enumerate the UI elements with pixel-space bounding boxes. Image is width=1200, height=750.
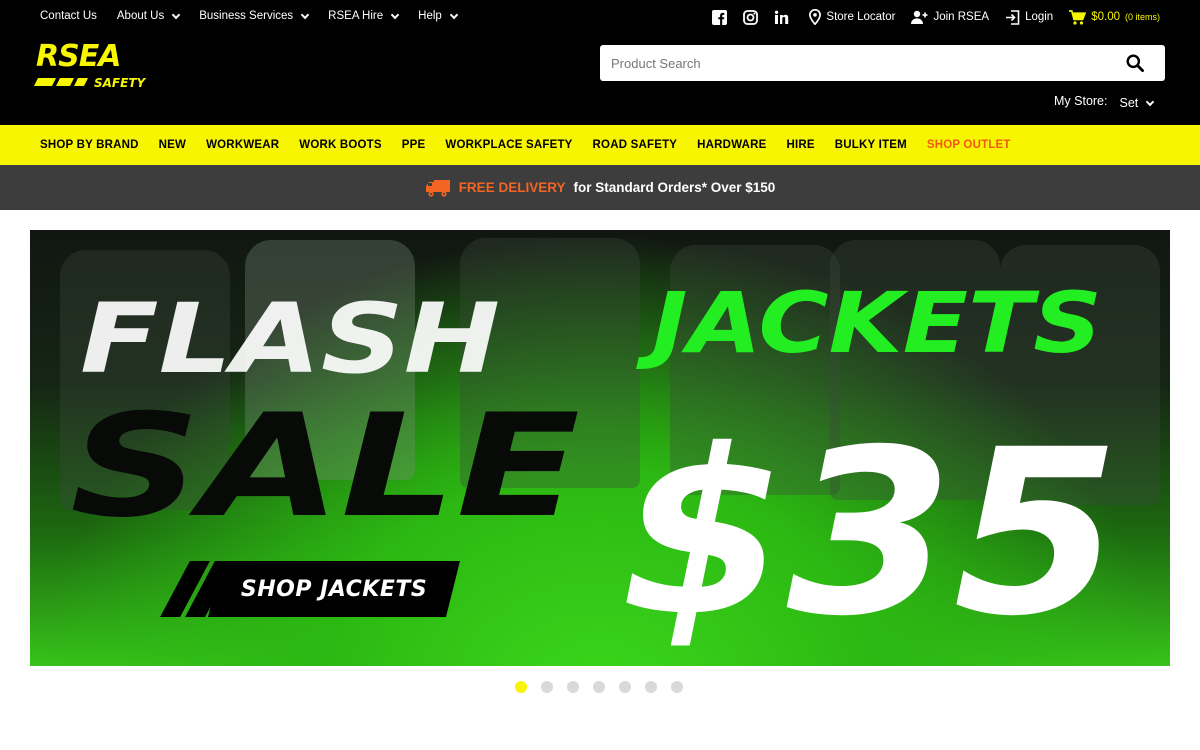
logo-subtitle: SAFETY (94, 76, 147, 90)
add-user-icon (911, 10, 928, 24)
help-label: Help (418, 10, 442, 22)
carousel-indicators (515, 681, 683, 693)
chevron-down-icon (171, 10, 181, 19)
nav-road-safety[interactable]: ROAD SAFETY (593, 139, 678, 151)
facebook-icon[interactable] (712, 9, 728, 25)
carousel-dot[interactable] (515, 681, 527, 693)
hero-price-text: $35 (620, 400, 1120, 666)
search-icon (1126, 54, 1144, 72)
utility-nav-right: Store Locator Join RSEA Login $0.00 (0 i… (712, 9, 1160, 25)
carousel-dot[interactable] (619, 681, 631, 693)
my-store-label: My Store: (1054, 94, 1108, 108)
login-label: Login (1025, 11, 1054, 23)
rsea-safety-logo[interactable]: RSEA SAFETY (34, 38, 154, 92)
hero-sale-text: SALE (70, 384, 580, 549)
chevron-down-icon (449, 10, 459, 19)
nav-workplace-safety[interactable]: WORKPLACE SAFETY (445, 139, 572, 151)
carousel-dot[interactable] (567, 681, 579, 693)
join-rsea-label: Join RSEA (933, 11, 990, 23)
social-links (712, 9, 789, 25)
business-services-label: Business Services (199, 10, 294, 22)
chevron-down-icon (1146, 97, 1155, 106)
search-input[interactable] (600, 45, 1105, 81)
nav-shop-outlet[interactable]: SHOP OUTLET (927, 139, 1011, 151)
main-nav: SHOP BY BRAND NEW WORKWEAR WORK BOOTS PP… (0, 125, 1200, 165)
chevron-down-icon (300, 10, 310, 19)
nav-hire[interactable]: HIRE (787, 139, 815, 151)
cart-link[interactable]: $0.00 (0 items) (1069, 9, 1160, 25)
my-store-selector[interactable]: Set (1119, 96, 1155, 110)
logo-wordmark: RSEA (36, 39, 120, 74)
carousel-dot[interactable] (593, 681, 605, 693)
cart-total: $0.00 (1091, 11, 1120, 23)
about-us-label: About Us (116, 10, 165, 22)
login-link[interactable]: Login (1005, 9, 1054, 25)
nav-bulky-item[interactable]: BULKY ITEM (835, 139, 907, 151)
utility-nav-left: Contact Us About Us Business Services RS… (40, 10, 459, 22)
hero-jackets-text: JACKETS (636, 274, 1102, 372)
carousel-dot[interactable] (671, 681, 683, 693)
rsea-hire-menu[interactable]: RSEA Hire (328, 10, 400, 22)
hero-flash-text: FLASH (80, 283, 500, 395)
chevron-down-icon (390, 10, 400, 19)
help-menu[interactable]: Help (418, 10, 459, 22)
hero-banner[interactable]: FLASH SALE JACKETS $35 SHOP JACKETS (30, 230, 1170, 666)
linkedin-icon[interactable] (774, 10, 789, 25)
product-search (600, 45, 1165, 81)
nav-hardware[interactable]: HARDWARE (697, 139, 766, 151)
store-locator-label: Store Locator (826, 11, 896, 23)
rsea-hire-label: RSEA Hire (328, 10, 384, 22)
search-button[interactable] (1105, 45, 1165, 81)
about-us-menu[interactable]: About Us (116, 10, 181, 22)
nav-work-boots[interactable]: WORK BOOTS (299, 139, 382, 151)
carousel-dot[interactable] (645, 681, 657, 693)
nav-shop-by-brand[interactable]: SHOP BY BRAND (40, 139, 139, 151)
shop-jackets-button[interactable]: SHOP JACKETS (208, 561, 460, 617)
join-rsea-link[interactable]: Join RSEA (911, 10, 989, 25)
shop-jackets-label: SHOP JACKETS (240, 576, 428, 602)
cart-item-count: (0 items) (1124, 12, 1160, 22)
my-store: My Store: Set (1054, 92, 1155, 110)
free-delivery-highlight: FREE DELIVERY (458, 180, 566, 195)
cart-icon (1069, 9, 1087, 25)
map-pin-icon (809, 9, 822, 25)
my-store-value: Set (1119, 96, 1139, 110)
carousel-dot[interactable] (541, 681, 553, 693)
free-delivery-banner[interactable]: FREE DELIVERY for Standard Orders* Over … (0, 165, 1200, 210)
delivery-truck-icon (425, 179, 450, 197)
nav-ppe[interactable]: PPE (402, 139, 426, 151)
nav-new[interactable]: NEW (159, 139, 186, 151)
free-delivery-text: for Standard Orders* Over $150 (573, 180, 776, 195)
login-icon (1006, 9, 1020, 25)
instagram-icon[interactable] (743, 9, 759, 25)
contact-us-link[interactable]: Contact Us (40, 10, 97, 22)
site-header: Contact Us About Us Business Services RS… (0, 0, 1200, 125)
store-locator-link[interactable]: Store Locator (809, 9, 895, 25)
contact-us-label: Contact Us (40, 10, 97, 22)
nav-workwear[interactable]: WORKWEAR (206, 139, 279, 151)
business-services-menu[interactable]: Business Services (199, 10, 310, 22)
